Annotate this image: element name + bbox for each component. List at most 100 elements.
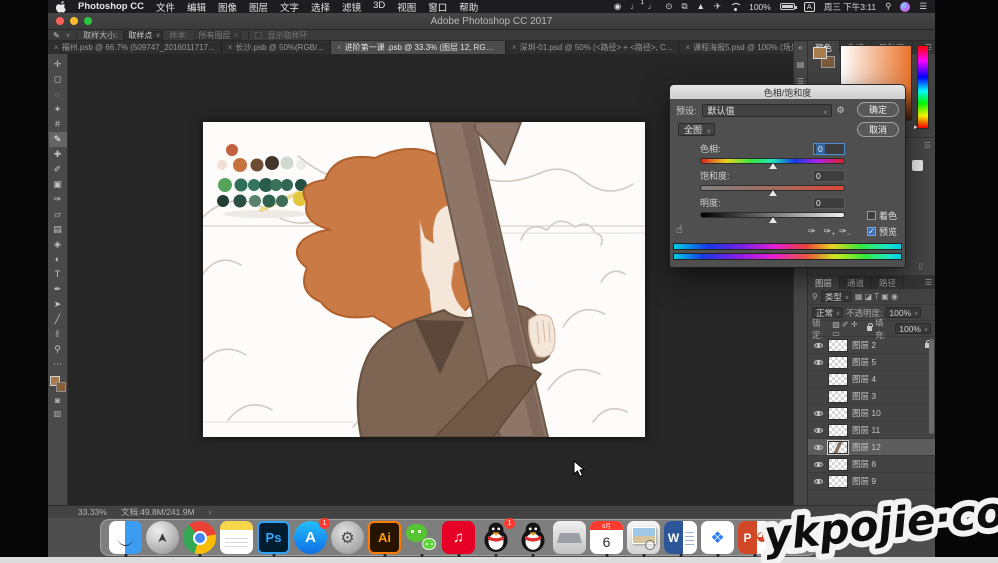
- layer-name[interactable]: 图层 5: [852, 356, 876, 368]
- dock-icon-baidu-netdisk[interactable]: ❖: [701, 521, 734, 554]
- layer-name[interactable]: 图层 12: [852, 441, 881, 453]
- layer-thumbnail[interactable]: [828, 424, 848, 437]
- hue-strip[interactable]: [917, 45, 929, 129]
- move-tool[interactable]: ✛: [49, 57, 67, 72]
- layers-panel-tab[interactable]: 图层: [808, 276, 840, 289]
- layers-panel-tab[interactable]: 通道: [840, 276, 872, 289]
- notification-bell-icon[interactable]: ♩1: [630, 2, 639, 11]
- blur-tool[interactable]: ◈: [49, 237, 67, 252]
- menubar-menu[interactable]: 文字: [280, 0, 299, 14]
- menubar-menu[interactable]: 选择: [311, 0, 330, 14]
- siri-icon[interactable]: [900, 2, 910, 12]
- magic-wand-tool[interactable]: ✶: [49, 102, 67, 117]
- 图层 3[interactable]: 图层 3: [808, 388, 935, 405]
- 图层 5[interactable]: 图层 5: [808, 354, 935, 371]
- lock-all-icon[interactable]: [867, 326, 872, 331]
- marquee-tool[interactable]: ◻: [49, 72, 67, 87]
- dock-icon-chrome[interactable]: [183, 521, 216, 554]
- menubar-menu[interactable]: 图层: [249, 0, 268, 14]
- layer-name[interactable]: 图层 10: [852, 407, 881, 419]
- hue-slider[interactable]: [700, 158, 845, 164]
- menubar-menu[interactable]: 文件: [156, 0, 175, 14]
- dock-icon-finder[interactable]: [109, 521, 142, 554]
- dock-icon-launchpad[interactable]: ➤: [146, 521, 179, 554]
- 图层 8[interactable]: 图层 8: [808, 456, 935, 473]
- clone-stamp-tool[interactable]: ▣: [49, 177, 67, 192]
- pen-tool[interactable]: ✒: [49, 282, 67, 297]
- layer-visibility-toggle[interactable]: [812, 360, 824, 365]
- 图层 2[interactable]: 图层 2: [808, 337, 935, 354]
- dock-icon-scanner[interactable]: [553, 521, 586, 554]
- menubar-menu[interactable]: 窗口: [428, 0, 447, 14]
- layer-thumbnail[interactable]: [828, 407, 848, 420]
- zoom-level[interactable]: 33.33%: [78, 507, 107, 517]
- dodge-tool[interactable]: ◐: [49, 252, 67, 267]
- shape-tool[interactable]: ╱: [49, 312, 67, 327]
- panel-foreground-swatch[interactable]: [813, 47, 827, 59]
- document-tab[interactable]: 深圳-01.psd @ 50% (<路径> + <路径>, C...: [506, 41, 680, 54]
- tool-preset-chevron-icon[interactable]: ∨: [66, 32, 70, 39]
- layer-thumbnail[interactable]: [828, 441, 848, 454]
- blend-mode-dropdown[interactable]: 正常: [812, 307, 843, 318]
- layers-panel-menu-icon[interactable]: ☰: [925, 276, 935, 289]
- fill-dropdown[interactable]: 100%: [895, 323, 931, 334]
- eyedropper-sample-icon[interactable]: ✑: [808, 226, 816, 237]
- type-tool[interactable]: T: [49, 267, 67, 282]
- dock-icon-qq[interactable]: 1: [479, 521, 512, 554]
- zoom-tool[interactable]: ⚲: [49, 342, 67, 357]
- notification-center-icon[interactable]: ☰: [919, 2, 927, 11]
- menubar-menu[interactable]: 编辑: [187, 0, 206, 14]
- menubar-menu[interactable]: 图像: [218, 0, 237, 14]
- layer-thumbnail[interactable]: [828, 458, 848, 471]
- spotlight-search-icon[interactable]: ⚲: [885, 2, 891, 11]
- ok-button[interactable]: 确定: [857, 102, 899, 117]
- window-titlebar[interactable]: Adobe Photoshop CC 2017: [48, 13, 935, 30]
- vpn-mountain-icon[interactable]: ▲: [697, 2, 705, 11]
- collapsed-panel-icon-1[interactable]: ▤: [797, 60, 805, 69]
- lightness-slider-thumb[interactable]: [769, 217, 777, 223]
- lock-option-icons[interactable]: ▨ ✐ ✛ ▭: [832, 320, 863, 338]
- eyedropper-subtract-icon[interactable]: ✑−: [839, 226, 847, 237]
- healing-brush-tool[interactable]: ✚: [49, 147, 67, 162]
- document-tab[interactable]: 福州.psb @ 66.7% (509747_2016011717...: [48, 41, 222, 54]
- collapse-panels-icon[interactable]: «: [798, 43, 802, 52]
- layer-visibility-toggle[interactable]: [812, 377, 824, 382]
- document-tab[interactable]: 长沙.psb @ 50%(RGB/...: [222, 41, 331, 54]
- 图层 12[interactable]: 图层 12: [808, 439, 935, 456]
- lightness-input[interactable]: 0: [813, 197, 845, 209]
- layers-scrollbar[interactable]: [929, 339, 934, 434]
- lightness-slider[interactable]: [700, 212, 845, 218]
- menubar-clock[interactable]: 周三 下午3:11: [824, 1, 876, 13]
- layer-visibility-toggle[interactable]: [812, 428, 824, 433]
- input-source-icon[interactable]: A: [804, 2, 815, 12]
- status-menu-arrow-icon[interactable]: ›: [209, 507, 212, 517]
- window-share-icon[interactable]: ⧉: [681, 2, 687, 11]
- opacity-dropdown[interactable]: 100%: [885, 307, 921, 318]
- layer-visibility-toggle[interactable]: [812, 479, 824, 484]
- dock-icon-notes[interactable]: [220, 521, 253, 554]
- canvas-artwork[interactable]: [203, 122, 645, 437]
- 图层 4[interactable]: 图层 4: [808, 371, 935, 388]
- background-color-swatch[interactable]: [56, 382, 66, 392]
- lasso-tool[interactable]: ◌: [49, 87, 67, 102]
- hand-tool[interactable]: ✌: [49, 327, 67, 342]
- saturation-slider[interactable]: [700, 185, 845, 191]
- saturation-input[interactable]: 0: [813, 170, 845, 182]
- layers-panel-tab[interactable]: 路径: [872, 276, 904, 289]
- show-ring-checkbox[interactable]: [255, 32, 262, 39]
- brush-tool[interactable]: ✐: [49, 162, 67, 177]
- screen-record-icon[interactable]: ◉: [614, 2, 621, 11]
- targeted-adjustment-icon[interactable]: ☝: [676, 223, 683, 236]
- dock-icon-netease-music[interactable]: ♫: [442, 521, 475, 554]
- current-tool-icon[interactable]: ✎: [53, 31, 60, 40]
- layer-visibility-toggle[interactable]: [812, 394, 824, 399]
- sample-dropdown[interactable]: 所有图层: [194, 31, 242, 40]
- layer-filter-dropdown[interactable]: 类型: [821, 291, 852, 302]
- dock-icon-photoshop[interactable]: Ps: [257, 521, 290, 554]
- path-select-tool[interactable]: ➤: [49, 297, 67, 312]
- layer-thumbnail[interactable]: [828, 373, 848, 386]
- gradient-tool[interactable]: ▤: [49, 222, 67, 237]
- layer-name[interactable]: 图层 11: [852, 424, 880, 436]
- layer-filter-icons[interactable]: ▦ ◪ T ▣ ◉: [855, 292, 898, 301]
- screen-mode-icon[interactable]: ▥: [54, 409, 62, 418]
